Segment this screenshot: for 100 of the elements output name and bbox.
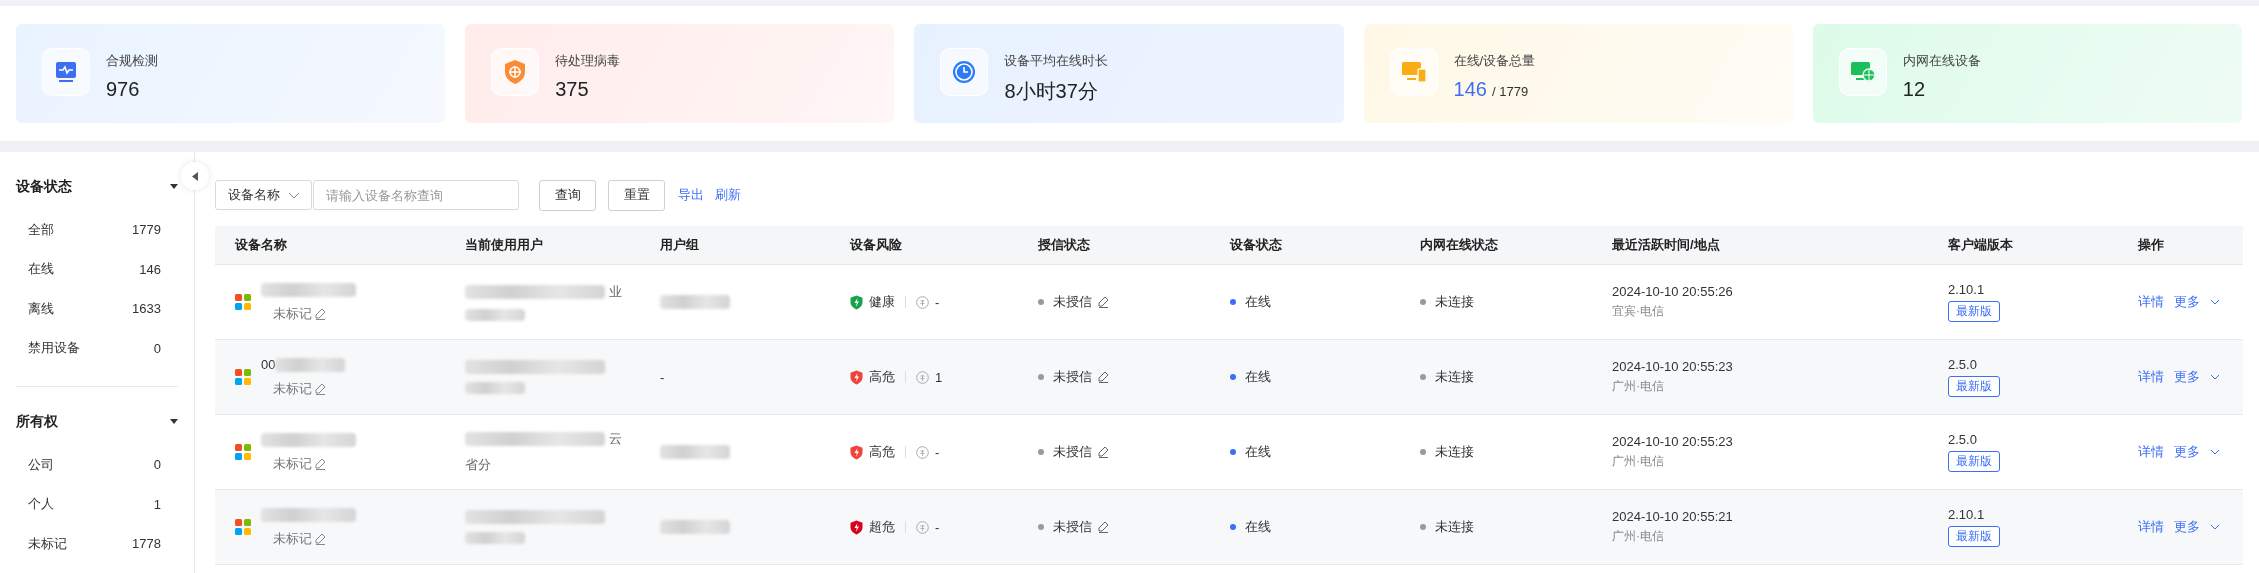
column-header: 客户端版本 bbox=[1947, 236, 2014, 254]
pencil-icon[interactable] bbox=[1098, 371, 1109, 383]
blurred-text-drawing bbox=[465, 532, 525, 544]
last-active-place: 广州·电信 bbox=[1612, 528, 1664, 545]
details-link[interactable]: 详情 bbox=[2138, 518, 2164, 536]
client-version: 2.10.1 bbox=[1948, 282, 1985, 297]
filter-group-title: 所有权 bbox=[16, 413, 58, 431]
pencil-icon[interactable] bbox=[1098, 296, 1109, 308]
device-tag: 未标记 bbox=[273, 454, 312, 473]
pencil-icon[interactable] bbox=[315, 457, 326, 470]
vulnerability-count: - bbox=[935, 444, 940, 460]
field-select[interactable]: 设备名称 bbox=[215, 180, 312, 210]
pencil-icon[interactable] bbox=[315, 382, 326, 395]
stat-value: 976 bbox=[106, 78, 140, 101]
column-header: 授信状态 bbox=[1037, 236, 1091, 254]
stat-label: 内网在线设备 bbox=[1902, 52, 1981, 70]
filter-item[interactable]: 在线 bbox=[28, 260, 54, 279]
chevron-down-icon[interactable] bbox=[2210, 449, 2220, 455]
shield-icon bbox=[503, 59, 528, 85]
blurred-text-drawing bbox=[465, 382, 525, 394]
column-header: 内网在线状态 bbox=[1419, 236, 1499, 254]
pencil-icon[interactable] bbox=[1098, 521, 1109, 533]
windows-logo-icon bbox=[235, 294, 251, 310]
search-field[interactable]: 请输入设备名称查询 bbox=[313, 180, 519, 210]
column-header: 最近活跃时间/地点 bbox=[1611, 236, 1721, 254]
vulnerability-count: 1 bbox=[935, 369, 943, 385]
stat-value: 8小时37分 bbox=[1004, 79, 1098, 104]
more-link[interactable]: 更多 bbox=[2174, 368, 2200, 386]
device-tag: 未标记 bbox=[273, 379, 312, 398]
monitor-icon bbox=[54, 60, 78, 84]
trust-status: 未授信 bbox=[1053, 293, 1092, 311]
client-version: 2.5.0 bbox=[1948, 432, 1977, 447]
chevron-down-icon[interactable] bbox=[2210, 524, 2220, 530]
toolbar-link[interactable]: 刷新 bbox=[715, 186, 741, 204]
stat-label: 待处理病毒 bbox=[555, 52, 621, 70]
last-active-time: 2024-10-10 20:55:23 bbox=[1612, 359, 1733, 374]
blurred-text-drawing bbox=[660, 295, 730, 309]
device-status: 在线 bbox=[1245, 368, 1271, 386]
pencil-icon[interactable] bbox=[315, 532, 326, 545]
stat-value: 375 bbox=[555, 78, 589, 101]
stat-total: / 1779 bbox=[1492, 84, 1529, 99]
collapse-button[interactable] bbox=[181, 162, 209, 190]
details-link[interactable]: 详情 bbox=[2138, 293, 2164, 311]
pencil-icon[interactable] bbox=[315, 307, 326, 320]
caret-left-icon[interactable] bbox=[192, 171, 198, 181]
trust-status: 未授信 bbox=[1053, 368, 1092, 386]
more-link[interactable]: 更多 bbox=[2174, 518, 2200, 536]
device-tag: 未标记 bbox=[273, 529, 312, 548]
pencil-icon[interactable] bbox=[1098, 446, 1109, 458]
risk-level: 超危 bbox=[869, 518, 895, 536]
stat-value: 146 bbox=[1453, 78, 1487, 101]
risk-level: 健康 bbox=[869, 293, 895, 311]
version-badge: 最新版 bbox=[1948, 451, 2000, 472]
trust-status: 未授信 bbox=[1053, 443, 1092, 461]
filter-item[interactable]: 个人 bbox=[28, 495, 54, 514]
toolbar-link[interactable]: 导出 bbox=[678, 186, 704, 204]
filter-item[interactable]: 禁用设备 bbox=[28, 339, 80, 358]
details-link[interactable]: 详情 bbox=[2138, 443, 2164, 461]
chevron-down-icon[interactable] bbox=[2210, 299, 2220, 305]
filter-item[interactable]: 全部 bbox=[28, 220, 54, 239]
intranet-status: 未连接 bbox=[1435, 518, 1474, 536]
vulnerability-count: - bbox=[935, 294, 940, 310]
filter-count: 1778 bbox=[132, 536, 161, 552]
blurred-text-drawing bbox=[660, 445, 730, 459]
version-badge: 最新版 bbox=[1948, 526, 2000, 547]
user-group: - bbox=[660, 369, 665, 385]
filter-count: 1 bbox=[153, 496, 161, 512]
more-link[interactable]: 更多 bbox=[2174, 443, 2200, 461]
toolbar-button[interactable]: 重置 bbox=[608, 179, 665, 211]
risk-level: 高危 bbox=[869, 368, 895, 386]
chevron-down-icon[interactable] bbox=[288, 191, 300, 199]
blurred-text-drawing bbox=[465, 309, 525, 321]
client-version: 2.5.0 bbox=[1948, 357, 1977, 372]
intranet-status: 未连接 bbox=[1435, 443, 1474, 461]
filter-item[interactable]: 未标记 bbox=[28, 534, 67, 553]
blurred-text-drawing bbox=[660, 520, 730, 534]
stat-value: 12 bbox=[1902, 78, 1926, 101]
stat-label: 设备平均在线时长 bbox=[1004, 52, 1109, 70]
filter-count: 146 bbox=[139, 261, 161, 277]
filter-item[interactable]: 离线 bbox=[28, 299, 54, 318]
filter-item[interactable]: 公司 bbox=[28, 455, 54, 474]
last-active-time: 2024-10-10 20:55:21 bbox=[1612, 509, 1733, 524]
windows-logo-icon bbox=[235, 444, 251, 460]
intranet-status: 未连接 bbox=[1435, 368, 1474, 386]
windows-logo-icon bbox=[235, 519, 251, 535]
devices-icon bbox=[1400, 61, 1427, 83]
details-link[interactable]: 详情 bbox=[2138, 368, 2164, 386]
device-status: 在线 bbox=[1245, 443, 1271, 461]
more-link[interactable]: 更多 bbox=[2174, 293, 2200, 311]
chevron-down-icon[interactable] bbox=[2210, 374, 2220, 380]
caret-icon[interactable] bbox=[170, 184, 178, 190]
toolbar-button[interactable]: 查询 bbox=[539, 179, 596, 211]
filter-count: 1633 bbox=[132, 301, 161, 317]
device-name: 00 bbox=[261, 357, 276, 372]
blurred-text-drawing bbox=[275, 357, 346, 372]
column-header: 设备风险 bbox=[849, 236, 903, 254]
user-text: 业 bbox=[609, 283, 622, 301]
client-version: 2.10.1 bbox=[1948, 507, 1985, 522]
caret-icon[interactable] bbox=[170, 419, 178, 425]
device-status: 在线 bbox=[1245, 293, 1271, 311]
